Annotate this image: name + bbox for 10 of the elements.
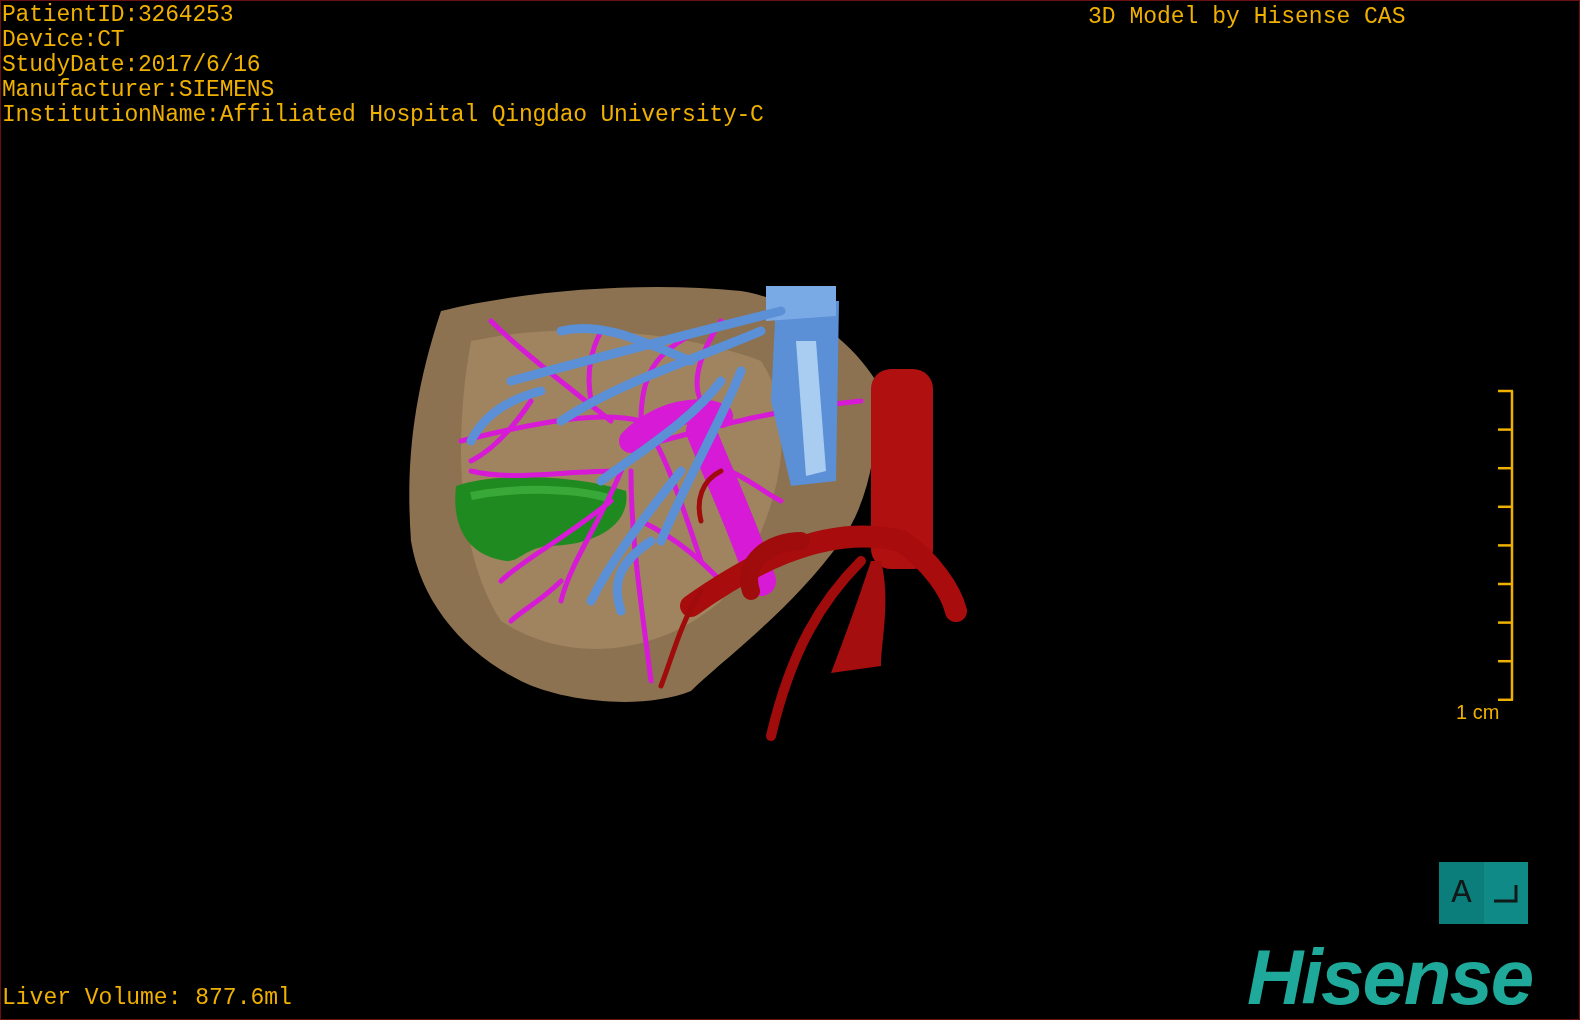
info-text: InstitutionName:Affiliated Hospital Qingdao University-C (2, 103, 764, 128)
liver-volume-text: Liver Volume: 877.6ml (2, 986, 292, 1011)
logo-text: Hisense (1247, 941, 1533, 1013)
scale-label: 1 cm (1456, 701, 1500, 723)
info-text: Manufacturer:SIEMENS (2, 78, 276, 103)
credit-text: 3D Model by Hisense CAS (1088, 5, 1406, 30)
info-text: PatientID:3264253 (2, 3, 235, 28)
info-text: StudyDate:2017/6/16 (2, 53, 262, 78)
orientation-label: A (1439, 862, 1484, 924)
info-text: Device:CT (2, 28, 126, 53)
